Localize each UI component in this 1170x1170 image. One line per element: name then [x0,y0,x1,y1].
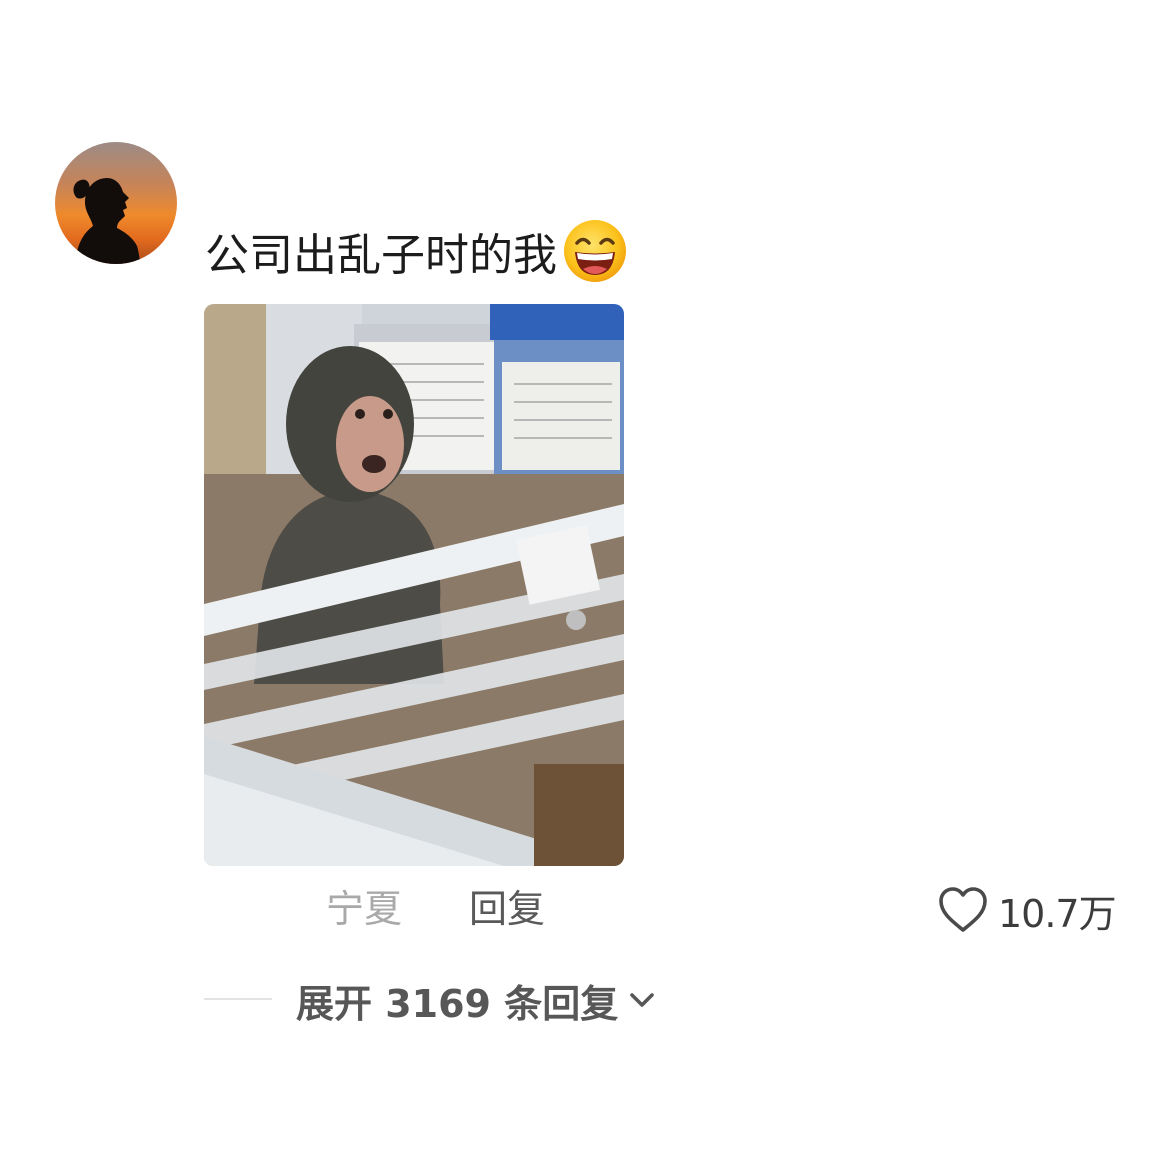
like-count: 10.7万 [998,891,1117,936]
grinning-squinting-face-emoji-icon [564,220,626,282]
heart-icon[interactable] [936,885,990,935]
comment-text-row: 公司出乱子时的我 [205,216,629,286]
silhouette-sunset-avatar-icon [55,142,177,264]
expand-replies-label: 展开 3169 条回复 [296,981,619,1026]
expand-replies-button[interactable]: 展开 3169 条回复 [296,974,656,1026]
monkey-in-office-cubicle-photo-icon [204,304,624,866]
chevron-down-icon [630,993,655,1007]
like-button[interactable]: 10.7万 [936,882,1117,938]
comment-location: 宁夏 [326,887,403,931]
comment-item: 公司出乱子时的我 宁夏 回复 10.7万 展开 3169 条回复 [0,0,1170,1170]
replies-divider [204,998,272,1000]
comment-image[interactable] [204,304,624,866]
comment-body: 公司出乱子时的我 [205,230,557,281]
reply-button[interactable]: 回复 [469,884,545,934]
user-avatar[interactable] [55,142,177,264]
